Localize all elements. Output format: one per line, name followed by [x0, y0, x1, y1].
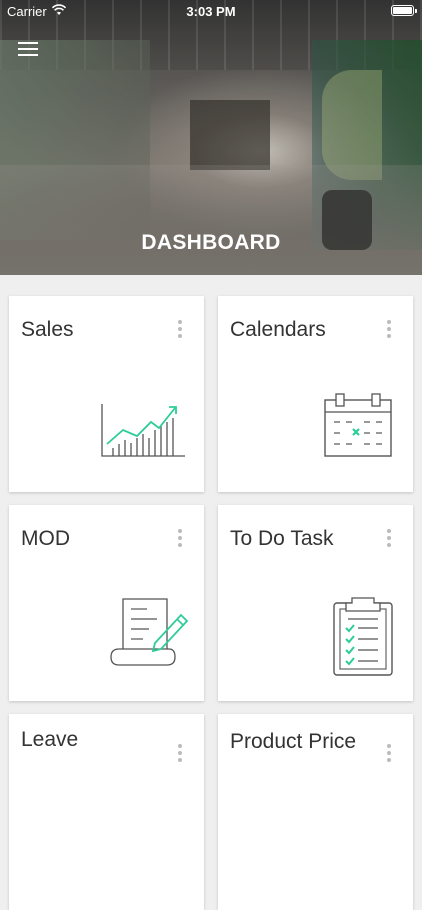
more-options-icon[interactable]	[387, 320, 393, 340]
sales-card[interactable]: Sales	[9, 296, 204, 492]
document-pen-icon	[110, 598, 189, 666]
card-label: Leave	[21, 728, 79, 751]
battery-icon	[391, 5, 417, 16]
card-label: Sales	[21, 318, 74, 341]
more-options-icon[interactable]	[387, 529, 393, 549]
mod-card[interactable]: MOD	[9, 505, 204, 701]
hamburger-icon	[18, 42, 38, 44]
card-label: MOD	[21, 527, 70, 550]
sales-chart-icon	[101, 404, 185, 457]
todo-task-card[interactable]: To Do Task	[218, 505, 413, 701]
card-label: Calendars	[230, 318, 326, 341]
more-options-icon[interactable]	[178, 320, 184, 340]
more-options-icon[interactable]	[178, 744, 184, 764]
clipboard-checklist-icon	[333, 597, 393, 676]
more-options-icon[interactable]	[387, 744, 393, 764]
page-title: DASHBOARD	[141, 231, 281, 254]
card-label: To Do Task	[230, 527, 334, 550]
clock: 3:03 PM	[186, 4, 236, 19]
more-options-icon[interactable]	[178, 529, 184, 549]
calendars-card[interactable]: Calendars	[218, 296, 413, 492]
calendar-icon	[324, 393, 392, 457]
menu-button[interactable]	[18, 40, 40, 56]
card-label: Product Price	[230, 730, 357, 753]
leave-card[interactable]: Leave	[9, 714, 204, 910]
status-bar: Carrier 3:03 PM	[0, 0, 422, 22]
product-price-card[interactable]: Product Price	[218, 714, 413, 910]
